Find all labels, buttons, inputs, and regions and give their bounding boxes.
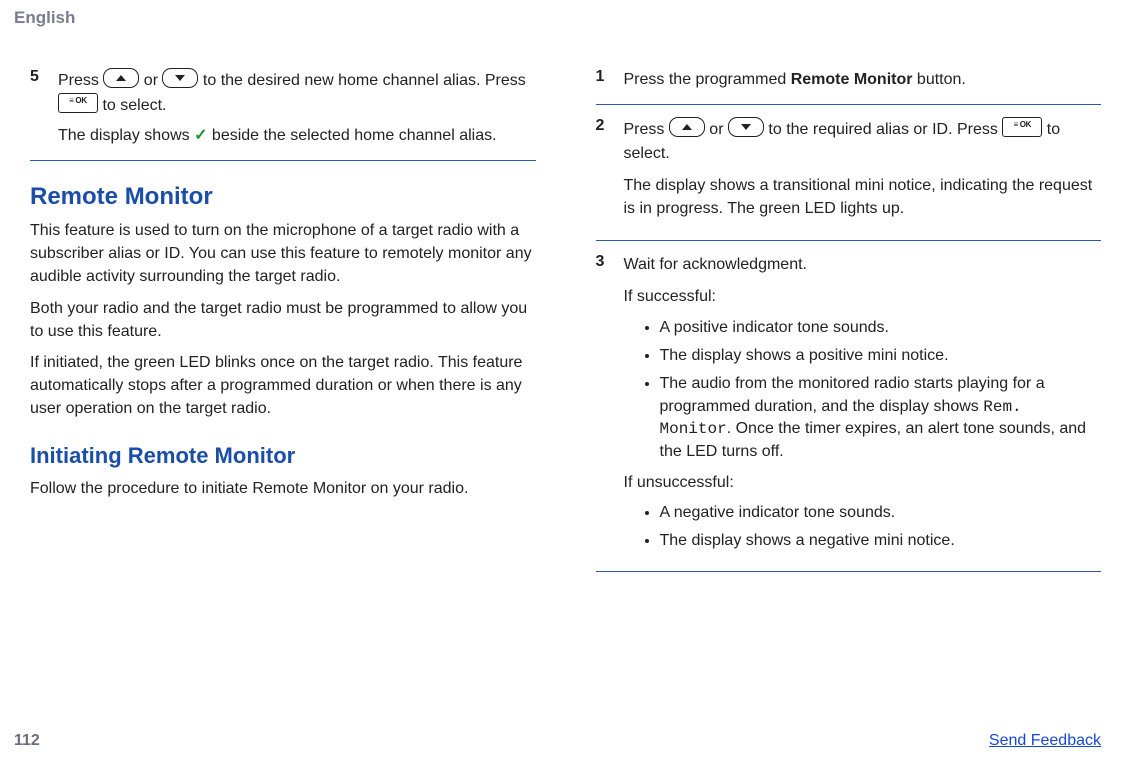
step-number: 1 (596, 68, 610, 92)
step-5: 5 Press or to the desired new home chann… (30, 68, 536, 148)
down-arrow-icon (728, 117, 764, 137)
divider (596, 104, 1102, 105)
step-number: 3 (596, 253, 610, 559)
paragraph: If initiated, the green LED blinks once … (30, 351, 536, 421)
divider (596, 240, 1102, 241)
heading-remote-monitor: Remote Monitor (30, 183, 536, 211)
heading-initiating-remote-monitor: Initiating Remote Monitor (30, 443, 536, 469)
list-item: A negative indicator tone sounds. (660, 502, 1102, 524)
list-item: The display shows a negative mini notice… (660, 530, 1102, 552)
step-text: Press the programmed Remote Monitor butt… (624, 68, 966, 92)
page-number: 112 (14, 732, 40, 750)
ok-button-icon (58, 93, 98, 113)
step-text: Press or to the desired new home channel… (58, 68, 536, 148)
step-1: 1 Press the programmed Remote Monitor bu… (596, 68, 1102, 92)
paragraph: The display shows a transitional mini no… (624, 174, 1102, 220)
text: or (709, 121, 728, 138)
divider (596, 571, 1102, 572)
success-list: A positive indicator tone sounds. The di… (624, 317, 1102, 463)
page-body: 5 Press or to the desired new home chann… (0, 28, 1131, 584)
right-column: 1 Press the programmed Remote Monitor bu… (596, 28, 1102, 584)
header-language: English (0, 0, 1131, 28)
text: Press (58, 72, 103, 89)
step-number: 5 (30, 68, 44, 148)
step-text: Press or to the required alias or ID. Pr… (624, 117, 1102, 228)
list-item: The audio from the monitored radio start… (660, 373, 1102, 463)
checkmark-icon: ✓ (194, 127, 207, 144)
list-item: The display shows a positive mini notice… (660, 345, 1102, 367)
success-label: If successful: (624, 285, 1102, 308)
paragraph: Both your radio and the target radio mus… (30, 297, 536, 343)
text: to select. (102, 97, 166, 114)
divider (30, 160, 536, 161)
bold-text: Remote Monitor (791, 71, 913, 88)
text: Wait for acknowledgment. (624, 253, 1102, 277)
send-feedback-link[interactable]: Send Feedback (989, 732, 1101, 750)
text: button. (912, 71, 965, 88)
text: to the required alias or ID. Press (768, 121, 1002, 138)
up-arrow-icon (103, 68, 139, 88)
paragraph: This feature is used to turn on the micr… (30, 219, 536, 289)
step-number: 2 (596, 117, 610, 228)
text: Press the programmed (624, 71, 791, 88)
footer: 112 Send Feedback (0, 732, 1131, 750)
up-arrow-icon (669, 117, 705, 137)
text: or (144, 72, 163, 89)
text: beside the selected home channel alias. (212, 127, 497, 144)
fail-list: A negative indicator tone sounds. The di… (624, 502, 1102, 553)
list-item: A positive indicator tone sounds. (660, 317, 1102, 339)
fail-label: If unsuccessful: (624, 471, 1102, 494)
step-2: 2 Press or to the required alias or ID. … (596, 117, 1102, 228)
step-3: 3 Wait for acknowledgment. If successful… (596, 253, 1102, 559)
step-text: Wait for acknowledgment. If successful: … (624, 253, 1102, 559)
text: The display shows (58, 127, 194, 144)
ok-button-icon (1002, 117, 1042, 137)
text: Press (624, 121, 669, 138)
down-arrow-icon (162, 68, 198, 88)
left-column: 5 Press or to the desired new home chann… (30, 28, 536, 584)
text: to the desired new home channel alias. P… (203, 72, 526, 89)
paragraph: Follow the procedure to initiate Remote … (30, 477, 536, 500)
